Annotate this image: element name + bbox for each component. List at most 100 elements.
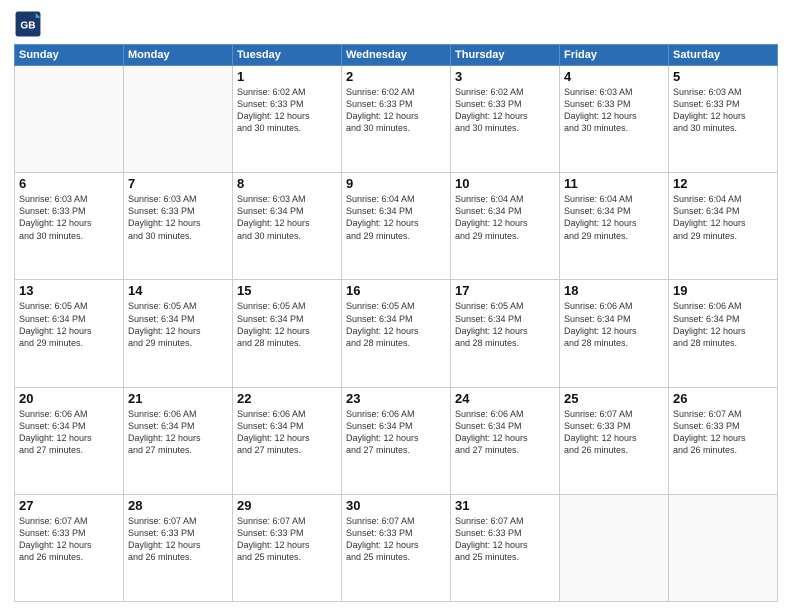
calendar-cell: 26 Sunrise: 6:07 AM Sunset: 6:33 PM Dayli…: [669, 387, 778, 494]
day-number: 19: [673, 283, 773, 298]
calendar-cell: 18 Sunrise: 6:06 AM Sunset: 6:34 PM Dayli…: [560, 280, 669, 387]
day-number: 8: [237, 176, 337, 191]
calendar-cell: 29Sunrise: 6:07 AM Sunset: 6:33 PM Dayli…: [233, 494, 342, 601]
day-number: 15: [237, 283, 337, 298]
day-number: 13: [19, 283, 119, 298]
calendar-cell: 2Sunrise: 6:02 AM Sunset: 6:33 PM Daylig…: [342, 66, 451, 173]
calendar-week-row: 1 Sunrise: 6:02 AM Sunset: 6:33 PM Daylig…: [15, 66, 778, 173]
day-number: 7: [128, 176, 228, 191]
calendar-cell: 15 Sunrise: 6:05 AM Sunset: 6:34 PM Dayli…: [233, 280, 342, 387]
weekday-header: Saturday: [669, 45, 778, 66]
calendar-cell: 3Sunrise: 6:02 AM Sunset: 6:33 PM Daylig…: [451, 66, 560, 173]
day-number: 12: [673, 176, 773, 191]
calendar-cell: 20 Sunrise: 6:06 AM Sunset: 6:34 PM Dayli…: [15, 387, 124, 494]
calendar-cell: 9 Sunrise: 6:04 AM Sunset: 6:34 PM Daylig…: [342, 173, 451, 280]
day-number: 23: [346, 391, 446, 406]
calendar-cell: 24 Sunrise: 6:06 AM Sunset: 6:34 PM Dayli…: [451, 387, 560, 494]
weekday-header: Friday: [560, 45, 669, 66]
calendar-table: SundayMondayTuesdayWednesdayThursdayFrid…: [14, 44, 778, 602]
weekday-header: Thursday: [451, 45, 560, 66]
cell-info: Sunrise: 6:06 AM Sunset: 6:34 PM Dayligh…: [455, 408, 555, 457]
cell-info: Sunrise: 6:05 AM Sunset: 6:34 PM Dayligh…: [455, 300, 555, 349]
cell-info: Sunrise: 6:02 AM Sunset: 6:33 PM Dayligh…: [237, 86, 337, 135]
logo: GB: [14, 10, 46, 38]
day-number: 24: [455, 391, 555, 406]
calendar-cell: 31 Sunrise: 6:07 AM Sunset: 6:33 PM Dayli…: [451, 494, 560, 601]
cell-info: Sunrise: 6:06 AM Sunset: 6:34 PM Dayligh…: [237, 408, 337, 457]
calendar-cell: 30 Sunrise: 6:07 AM Sunset: 6:33 PM Dayli…: [342, 494, 451, 601]
calendar-cell: 7Sunrise: 6:03 AM Sunset: 6:33 PM Daylig…: [124, 173, 233, 280]
cell-info: Sunrise: 6:06 AM Sunset: 6:34 PM Dayligh…: [673, 300, 773, 349]
weekday-header: Wednesday: [342, 45, 451, 66]
cell-info: Sunrise: 6:03 AM Sunset: 6:33 PM Dayligh…: [673, 86, 773, 135]
weekday-header: Tuesday: [233, 45, 342, 66]
calendar-cell: [560, 494, 669, 601]
day-number: 9: [346, 176, 446, 191]
calendar-cell: 28Sunrise: 6:07 AM Sunset: 6:33 PM Dayli…: [124, 494, 233, 601]
day-number: 17: [455, 283, 555, 298]
cell-info: Sunrise: 6:04 AM Sunset: 6:34 PM Dayligh…: [346, 193, 446, 242]
calendar-cell: 13 Sunrise: 6:05 AM Sunset: 6:34 PM Dayli…: [15, 280, 124, 387]
cell-info: Sunrise: 6:05 AM Sunset: 6:34 PM Dayligh…: [19, 300, 119, 349]
calendar-cell: 8 Sunrise: 6:03 AM Sunset: 6:34 PM Daylig…: [233, 173, 342, 280]
page: GB SundayMondayTuesdayWednesdayThursdayF…: [0, 0, 792, 612]
day-number: 14: [128, 283, 228, 298]
day-number: 25: [564, 391, 664, 406]
calendar-week-row: 6 Sunrise: 6:03 AM Sunset: 6:33 PM Daylig…: [15, 173, 778, 280]
day-number: 4: [564, 69, 664, 84]
day-number: 20: [19, 391, 119, 406]
cell-info: Sunrise: 6:07 AM Sunset: 6:33 PM Dayligh…: [673, 408, 773, 457]
calendar-cell: 11 Sunrise: 6:04 AM Sunset: 6:34 PM Dayli…: [560, 173, 669, 280]
cell-info: Sunrise: 6:03 AM Sunset: 6:33 PM Dayligh…: [564, 86, 664, 135]
calendar-cell: 23 Sunrise: 6:06 AM Sunset: 6:34 PM Dayli…: [342, 387, 451, 494]
cell-info: Sunrise: 6:04 AM Sunset: 6:34 PM Dayligh…: [564, 193, 664, 242]
cell-info: Sunrise: 6:07 AM Sunset: 6:33 PM Dayligh…: [346, 515, 446, 564]
cell-info: Sunrise: 6:07 AM Sunset: 6:33 PM Dayligh…: [455, 515, 555, 564]
cell-info: Sunrise: 6:05 AM Sunset: 6:34 PM Dayligh…: [346, 300, 446, 349]
day-number: 6: [19, 176, 119, 191]
calendar-cell: 14 Sunrise: 6:05 AM Sunset: 6:34 PM Dayli…: [124, 280, 233, 387]
calendar-cell: 10 Sunrise: 6:04 AM Sunset: 6:34 PM Dayli…: [451, 173, 560, 280]
calendar-cell: 27 Sunrise: 6:07 AM Sunset: 6:33 PM Dayli…: [15, 494, 124, 601]
day-number: 10: [455, 176, 555, 191]
cell-info: Sunrise: 6:02 AM Sunset: 6:33 PM Dayligh…: [346, 86, 446, 135]
calendar-cell: 17 Sunrise: 6:05 AM Sunset: 6:34 PM Dayli…: [451, 280, 560, 387]
day-number: 30: [346, 498, 446, 513]
cell-info: Sunrise: 6:07 AM Sunset: 6:33 PM Dayligh…: [19, 515, 119, 564]
header: GB: [14, 10, 778, 38]
calendar-week-row: 27 Sunrise: 6:07 AM Sunset: 6:33 PM Dayli…: [15, 494, 778, 601]
cell-info: Sunrise: 6:06 AM Sunset: 6:34 PM Dayligh…: [19, 408, 119, 457]
calendar-header-row: SundayMondayTuesdayWednesdayThursdayFrid…: [15, 45, 778, 66]
cell-info: Sunrise: 6:06 AM Sunset: 6:34 PM Dayligh…: [346, 408, 446, 457]
cell-info: Sunrise: 6:05 AM Sunset: 6:34 PM Dayligh…: [128, 300, 228, 349]
logo-icon: GB: [14, 10, 42, 38]
calendar-cell: 22 Sunrise: 6:06 AM Sunset: 6:34 PM Dayli…: [233, 387, 342, 494]
day-number: 11: [564, 176, 664, 191]
day-number: 1: [237, 69, 337, 84]
cell-info: Sunrise: 6:03 AM Sunset: 6:33 PM Dayligh…: [19, 193, 119, 242]
calendar-cell: [15, 66, 124, 173]
day-number: 18: [564, 283, 664, 298]
calendar-cell: 6 Sunrise: 6:03 AM Sunset: 6:33 PM Daylig…: [15, 173, 124, 280]
cell-info: Sunrise: 6:03 AM Sunset: 6:34 PM Dayligh…: [237, 193, 337, 242]
calendar-cell: 4 Sunrise: 6:03 AM Sunset: 6:33 PM Daylig…: [560, 66, 669, 173]
calendar-cell: [124, 66, 233, 173]
cell-info: Sunrise: 6:04 AM Sunset: 6:34 PM Dayligh…: [673, 193, 773, 242]
calendar-cell: 19 Sunrise: 6:06 AM Sunset: 6:34 PM Dayli…: [669, 280, 778, 387]
weekday-header: Monday: [124, 45, 233, 66]
cell-info: Sunrise: 6:07 AM Sunset: 6:33 PM Dayligh…: [564, 408, 664, 457]
weekday-header: Sunday: [15, 45, 124, 66]
cell-info: Sunrise: 6:06 AM Sunset: 6:34 PM Dayligh…: [564, 300, 664, 349]
day-number: 26: [673, 391, 773, 406]
day-number: 27: [19, 498, 119, 513]
cell-info: Sunrise: 6:07 AM Sunset: 6:33 PM Dayligh…: [237, 515, 337, 564]
calendar-cell: 21Sunrise: 6:06 AM Sunset: 6:34 PM Dayli…: [124, 387, 233, 494]
cell-info: Sunrise: 6:05 AM Sunset: 6:34 PM Dayligh…: [237, 300, 337, 349]
day-number: 5: [673, 69, 773, 84]
calendar-cell: 5 Sunrise: 6:03 AM Sunset: 6:33 PM Daylig…: [669, 66, 778, 173]
calendar-cell: 12 Sunrise: 6:04 AM Sunset: 6:34 PM Dayli…: [669, 173, 778, 280]
cell-info: Sunrise: 6:06 AM Sunset: 6:34 PM Dayligh…: [128, 408, 228, 457]
day-number: 31: [455, 498, 555, 513]
cell-info: Sunrise: 6:04 AM Sunset: 6:34 PM Dayligh…: [455, 193, 555, 242]
day-number: 22: [237, 391, 337, 406]
